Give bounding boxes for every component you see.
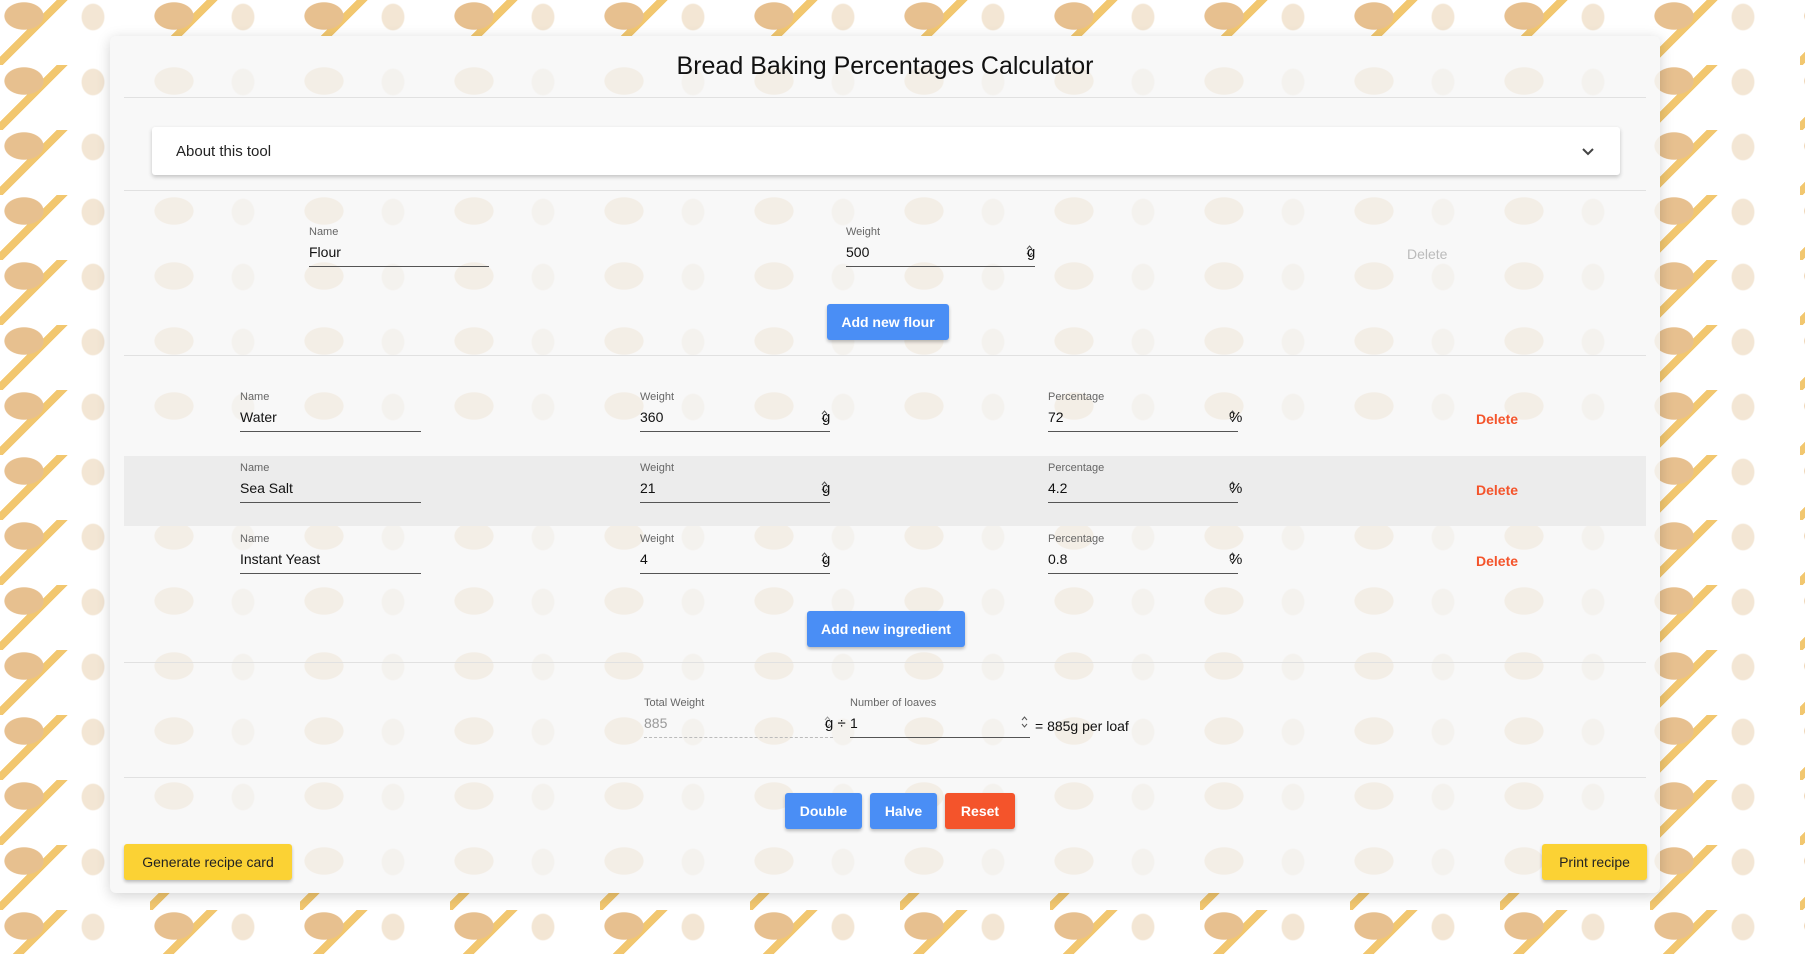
- add-ingredient-button[interactable]: Add new ingredient: [807, 611, 965, 647]
- loaves-label: Number of loaves: [850, 697, 937, 709]
- halve-button[interactable]: Halve: [870, 793, 937, 829]
- spinner-icon[interactable]: [1021, 715, 1028, 729]
- ingredient-weight-label: Weight: [640, 533, 675, 545]
- divider: [124, 190, 1646, 191]
- ingredient-name-field[interactable]: Name Water: [240, 391, 421, 432]
- total-weight-unit: g ÷: [825, 715, 846, 732]
- ingredient-percentage-value[interactable]: 72: [1048, 409, 1064, 425]
- ingredient-name-label: Name: [240, 391, 270, 403]
- flour-name-label: Name: [309, 226, 339, 238]
- flour-weight-unit: g: [1027, 244, 1036, 261]
- ingredient-name-field[interactable]: Name Instant Yeast: [240, 533, 421, 574]
- generate-recipe-card-button[interactable]: Generate recipe card: [124, 844, 292, 880]
- print-recipe-button[interactable]: Print recipe: [1542, 844, 1647, 880]
- ingredient-percentage-field[interactable]: Percentage 72: [1048, 391, 1238, 432]
- double-button[interactable]: Double: [785, 793, 862, 829]
- loaves-value[interactable]: 1: [850, 715, 858, 731]
- flour-weight-field[interactable]: Weight 500: [846, 226, 1035, 267]
- add-flour-button[interactable]: Add new flour: [827, 304, 949, 340]
- ingredient-percentage-unit: %: [1229, 480, 1243, 497]
- ingredient-weight-unit: g: [822, 551, 831, 568]
- ingredient-weight-value[interactable]: 21: [640, 480, 656, 496]
- ingredient-weight-field[interactable]: Weight 360: [640, 391, 830, 432]
- page-title: Bread Baking Percentages Calculator: [676, 52, 1094, 80]
- ingredient-percentage-field[interactable]: Percentage 4.2: [1048, 462, 1238, 503]
- flour-delete-button[interactable]: Delete: [1407, 246, 1447, 262]
- ingredient-weight-field[interactable]: Weight 21: [640, 462, 830, 503]
- ingredient-weight-label: Weight: [640, 462, 675, 474]
- flour-name-value[interactable]: Flour: [309, 244, 341, 260]
- ingredient-delete-button[interactable]: Delete: [1476, 482, 1518, 498]
- ingredient-percentage-label: Percentage: [1048, 391, 1105, 403]
- loaves-field[interactable]: Number of loaves 1: [850, 697, 1030, 738]
- ingredient-percentage-field[interactable]: Percentage 0.8: [1048, 533, 1238, 574]
- divider: [124, 355, 1646, 356]
- total-weight-field: Total Weight 885: [644, 697, 833, 738]
- about-label: About this tool: [176, 143, 272, 160]
- total-weight-label: Total Weight: [644, 697, 705, 709]
- ingredient-name-value[interactable]: Water: [240, 409, 277, 425]
- flour-weight-label: Weight: [846, 226, 881, 238]
- ingredient-weight-unit: g: [822, 409, 831, 426]
- flour-name-field[interactable]: Name Flour: [309, 226, 489, 267]
- calculator-card: Bread Baking Percentages Calculator Abou…: [110, 36, 1660, 893]
- ingredient-percentage-label: Percentage: [1048, 533, 1105, 545]
- ingredient-delete-button[interactable]: Delete: [1476, 553, 1518, 569]
- ingredient-weight-label: Weight: [640, 391, 675, 403]
- ingredient-delete-button[interactable]: Delete: [1476, 411, 1518, 427]
- divider: [124, 777, 1646, 778]
- divider: [124, 97, 1646, 98]
- ingredient-percentage-value[interactable]: 4.2: [1048, 480, 1067, 496]
- ingredient-percentage-unit: %: [1229, 551, 1243, 568]
- per-loaf-result: = 885g per loaf: [1035, 718, 1129, 734]
- ingredient-name-label: Name: [240, 462, 270, 474]
- ingredient-name-value[interactable]: Instant Yeast: [240, 551, 320, 567]
- ingredient-name-value[interactable]: Sea Salt: [240, 480, 293, 496]
- ingredient-weight-unit: g: [822, 480, 831, 497]
- ingredient-weight-value[interactable]: 4: [640, 551, 648, 567]
- chevron-down-icon: [1582, 148, 1594, 156]
- ingredient-weight-field[interactable]: Weight 4: [640, 533, 830, 574]
- flour-weight-value[interactable]: 500: [846, 244, 869, 260]
- about-accordion[interactable]: About this tool: [152, 127, 1620, 175]
- reset-button[interactable]: Reset: [945, 793, 1015, 829]
- ingredient-name-label: Name: [240, 533, 270, 545]
- ingredient-weight-value[interactable]: 360: [640, 409, 663, 425]
- ingredient-percentage-label: Percentage: [1048, 462, 1105, 474]
- ingredient-percentage-value[interactable]: 0.8: [1048, 551, 1067, 567]
- ingredient-name-field[interactable]: Name Sea Salt: [240, 462, 421, 503]
- ingredient-percentage-unit: %: [1229, 409, 1243, 426]
- total-weight-value: 885: [644, 715, 668, 731]
- divider: [124, 662, 1646, 663]
